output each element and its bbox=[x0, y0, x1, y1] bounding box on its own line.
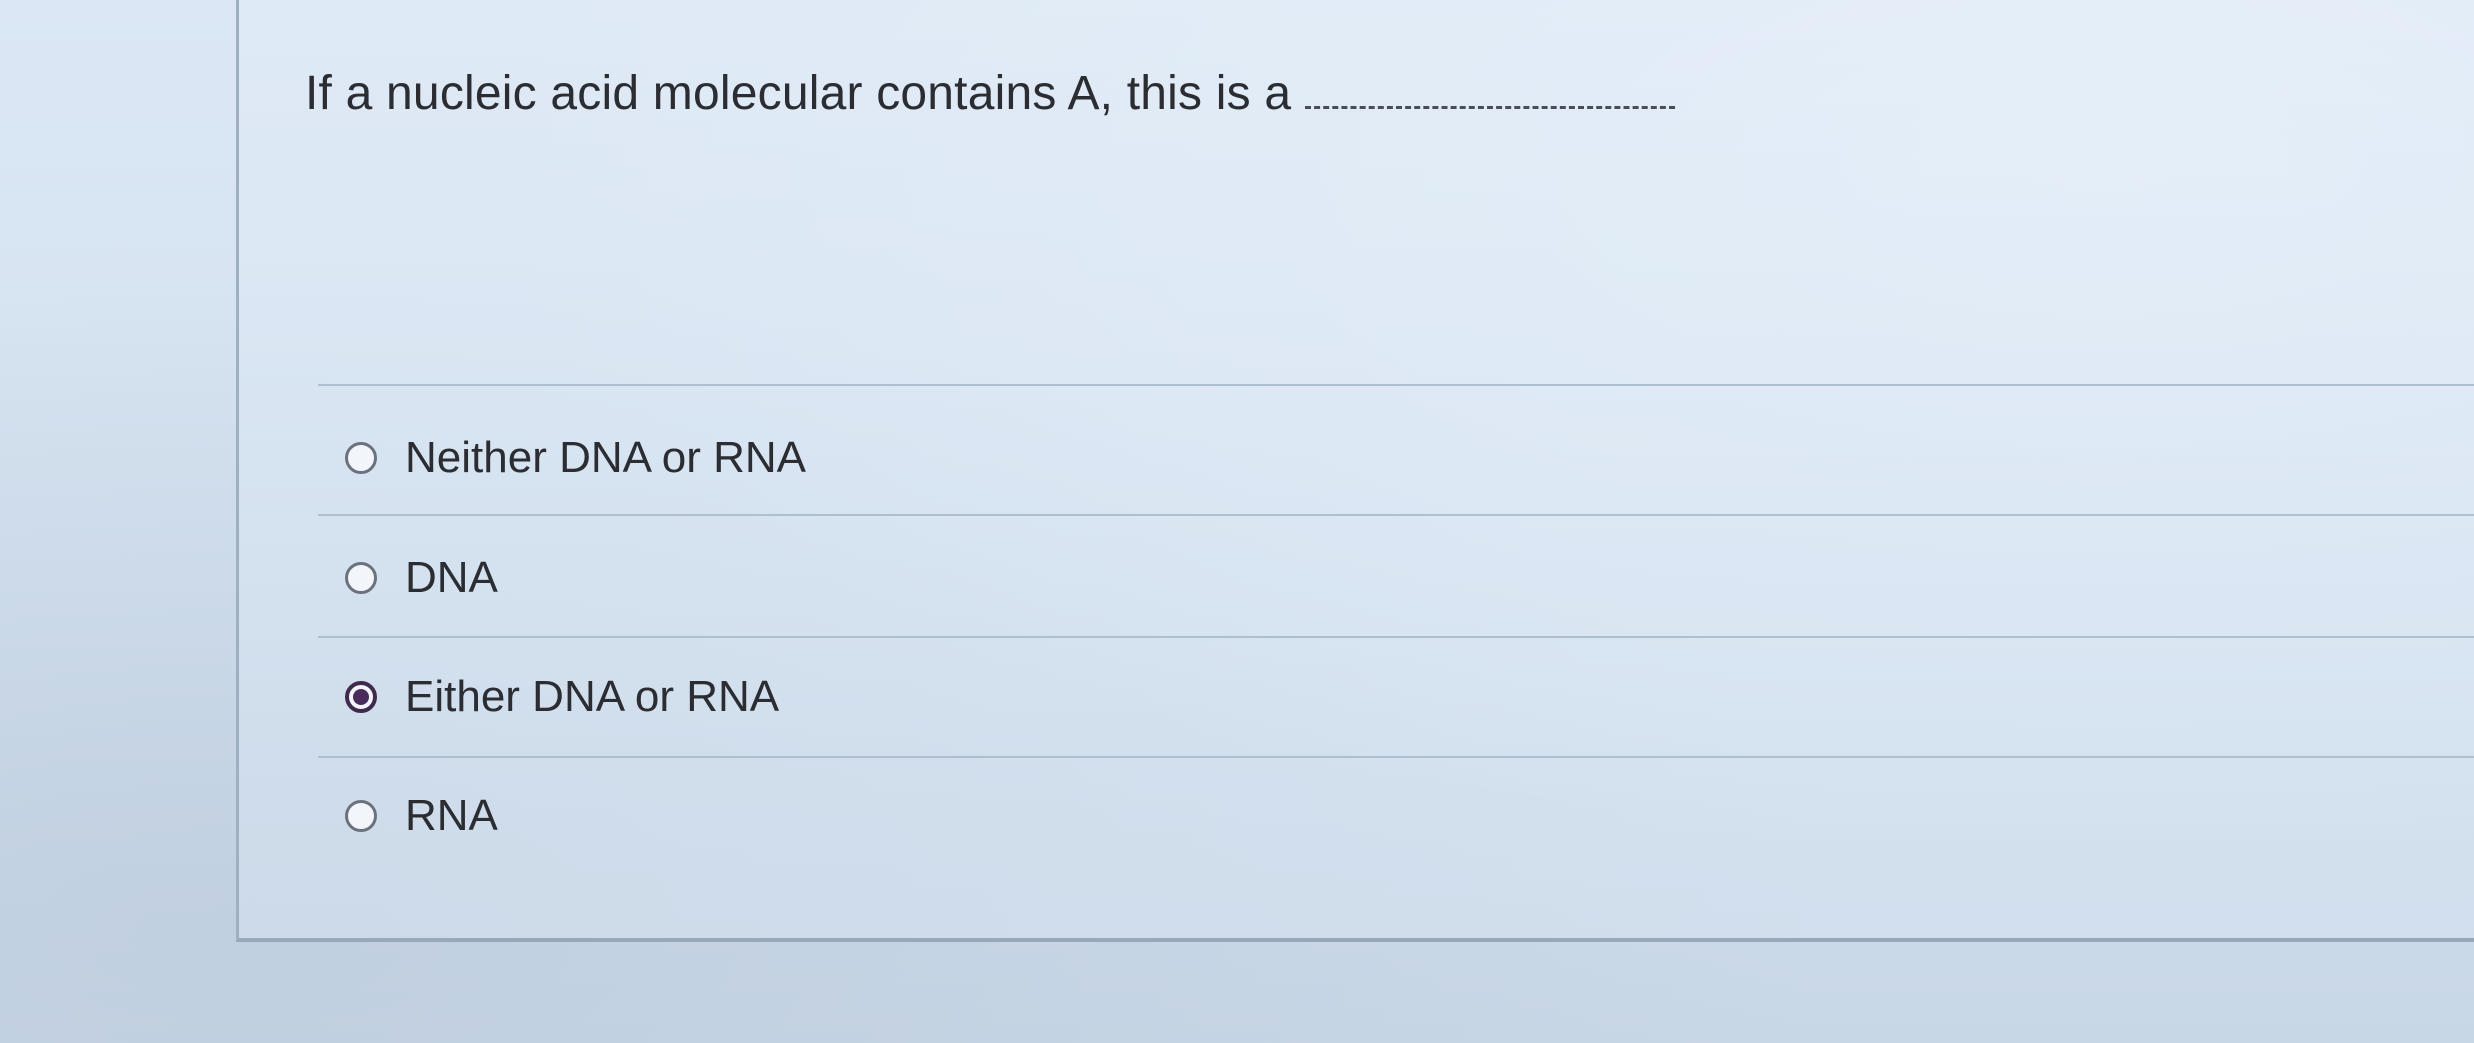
option-label: DNA bbox=[405, 553, 498, 602]
divider bbox=[318, 384, 2474, 386]
option-label: RNA bbox=[405, 791, 498, 840]
question-prompt: If a nucleic acid molecular contains A, … bbox=[305, 62, 1676, 121]
radio-button[interactable] bbox=[345, 442, 377, 474]
answer-blank bbox=[1305, 62, 1676, 109]
question-text: If a nucleic acid molecular contains A, … bbox=[305, 67, 1292, 120]
option-label: Neither DNA or RNA bbox=[405, 433, 807, 482]
divider bbox=[318, 756, 2474, 758]
radio-button[interactable] bbox=[345, 800, 377, 832]
radio-button-selected[interactable] bbox=[345, 681, 377, 713]
option-dna[interactable]: DNA bbox=[345, 548, 498, 608]
option-neither-dna-or-rna[interactable]: Neither DNA or RNA bbox=[345, 428, 806, 488]
divider bbox=[318, 514, 2474, 516]
option-rna[interactable]: RNA bbox=[345, 786, 498, 846]
radio-button[interactable] bbox=[345, 562, 377, 594]
option-either-dna-or-rna[interactable]: Either DNA or RNA bbox=[345, 667, 779, 727]
divider bbox=[318, 636, 2474, 638]
option-label: Either DNA or RNA bbox=[405, 672, 780, 721]
